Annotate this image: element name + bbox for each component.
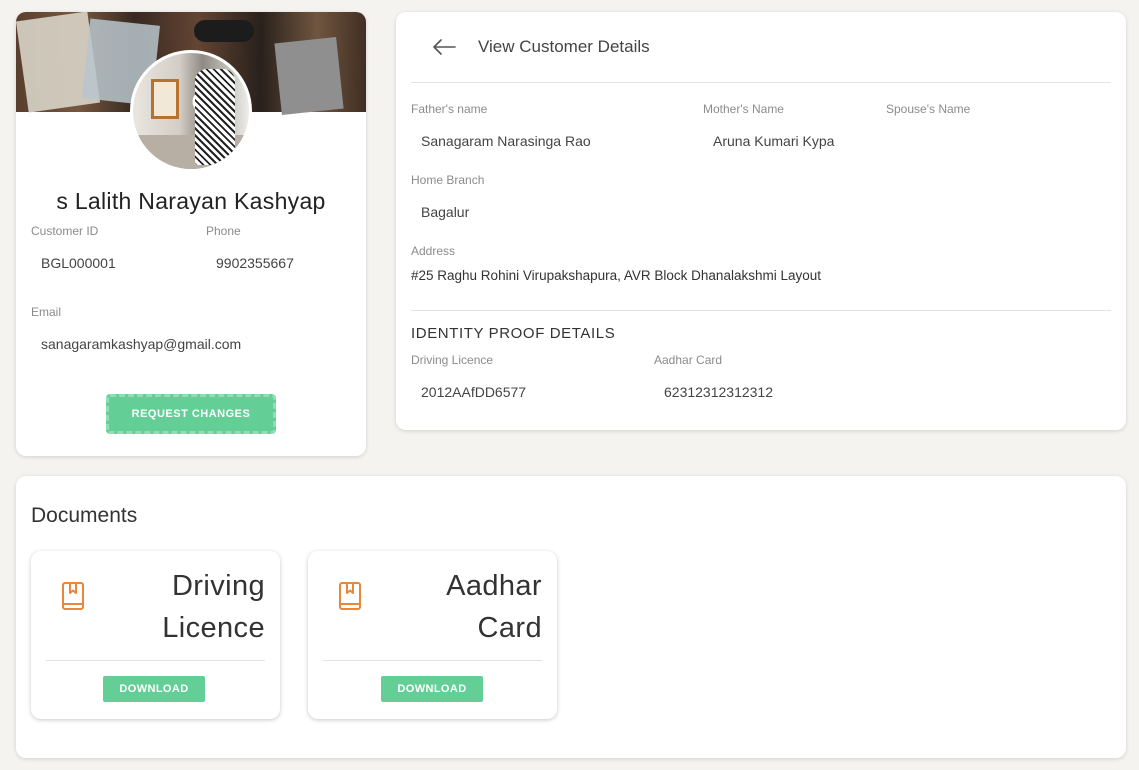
address-label: Address xyxy=(411,244,456,258)
email-label: Email xyxy=(31,305,62,319)
document-card-aadhar: Aadhar Card DOWNLOAD xyxy=(308,551,557,719)
avatar xyxy=(130,50,252,172)
customer-id-value: BGL000001 xyxy=(41,255,116,271)
header-divider xyxy=(411,82,1111,83)
address-value: #25 Raghu Rohini Virupakshapura, AVR Blo… xyxy=(411,268,821,283)
document-divider xyxy=(46,660,265,661)
phone-label: Phone xyxy=(206,224,241,238)
document-divider xyxy=(323,660,542,661)
document-name: Driving Licence xyxy=(162,570,265,644)
page-title: View Customer Details xyxy=(478,37,650,56)
customer-id-label: Customer ID xyxy=(31,224,99,238)
profile-card: s Lalith Narayan Kashyap Customer ID BGL… xyxy=(16,12,366,456)
download-button[interactable]: DOWNLOAD xyxy=(103,676,205,702)
aadhar-label: Aadhar Card xyxy=(654,353,723,367)
phone-value: 9902355667 xyxy=(216,255,294,271)
document-name: Aadhar Card xyxy=(446,570,542,644)
mothers-name-value: Aruna Kumari Kypa xyxy=(713,133,835,149)
arrow-left-icon[interactable] xyxy=(432,38,456,56)
email-value: sanagaramkashyap@gmail.com xyxy=(41,336,242,352)
home-branch-value: Bagalur xyxy=(421,204,470,220)
download-button[interactable]: DOWNLOAD xyxy=(381,676,483,702)
home-branch-label: Home Branch xyxy=(411,173,485,187)
mothers-name-label: Mother's Name xyxy=(703,102,784,116)
customer-details-card: View Customer Details Father's name Sana… xyxy=(396,12,1126,430)
spouses-name-label: Spouse's Name xyxy=(886,102,971,116)
request-changes-button[interactable]: REQUEST CHANGES xyxy=(106,394,276,434)
book-bookmark-icon xyxy=(339,582,361,610)
documents-card: Documents Driving Licence DOWNLOAD Aadha… xyxy=(16,476,1126,758)
fathers-name-value: Sanagaram Narasinga Rao xyxy=(421,133,591,149)
fathers-name-label: Father's name xyxy=(411,102,488,116)
document-card-driving-licence: Driving Licence DOWNLOAD xyxy=(31,551,280,719)
documents-title: Documents xyxy=(31,504,138,527)
section-divider xyxy=(411,310,1111,311)
aadhar-value: 62312312312312 xyxy=(664,384,774,400)
identity-proof-title: IDENTITY PROOF DETAILS xyxy=(411,325,616,342)
driving-licence-value: 2012AAfDD6577 xyxy=(421,384,527,400)
driving-licence-label: Driving Licence xyxy=(411,353,494,367)
book-bookmark-icon xyxy=(62,582,84,610)
customer-name: s Lalith Narayan Kashyap xyxy=(56,188,326,214)
